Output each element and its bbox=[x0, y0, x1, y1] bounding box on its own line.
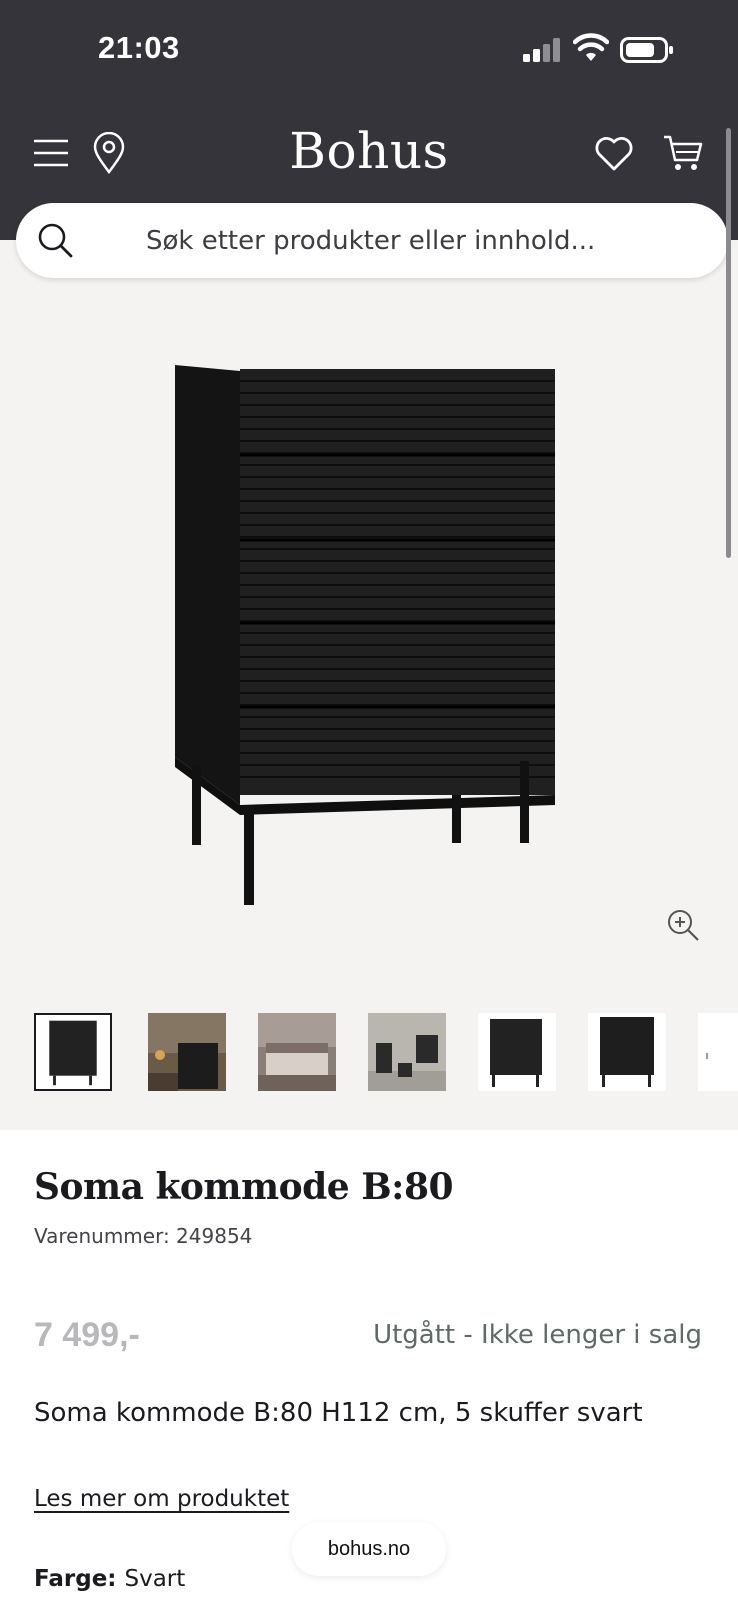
status-bar: 21:03 bbox=[0, 0, 738, 100]
product-image[interactable] bbox=[160, 365, 580, 905]
page-scrollbar[interactable] bbox=[726, 128, 731, 558]
battery-icon bbox=[620, 37, 673, 63]
thumbnail-room-wood[interactable] bbox=[148, 1013, 226, 1091]
color-row: Farge: Svart bbox=[34, 1566, 185, 1592]
read-more-link[interactable]: Les mer om produktet bbox=[34, 1486, 289, 1512]
wifi-icon bbox=[573, 33, 609, 61]
thumbnail-bedroom[interactable] bbox=[258, 1013, 336, 1091]
thumbnail-front-black[interactable] bbox=[34, 1013, 112, 1091]
thumbnail-strip bbox=[34, 1013, 738, 1095]
thumbnail-front-black-2[interactable] bbox=[478, 1013, 556, 1091]
cart-icon[interactable] bbox=[662, 133, 704, 173]
search-icon[interactable] bbox=[36, 221, 74, 259]
thumbnail-partial[interactable] bbox=[698, 1013, 738, 1091]
search-bar bbox=[16, 203, 728, 278]
availability-status: Utgått - Ikke lenger i salg bbox=[373, 1320, 702, 1350]
heart-icon[interactable] bbox=[594, 134, 634, 172]
search-input[interactable] bbox=[146, 203, 706, 278]
status-time: 21:03 bbox=[98, 30, 180, 65]
color-value: Svart bbox=[124, 1566, 186, 1592]
browser-url-pill[interactable]: bohus.no bbox=[292, 1522, 446, 1576]
zoom-in-icon[interactable] bbox=[666, 908, 700, 942]
product-sku: Varenummer: 249854 bbox=[34, 1224, 253, 1248]
cellular-signal-icon bbox=[523, 38, 560, 62]
product-price: 7 499,- bbox=[34, 1316, 140, 1354]
product-title: Soma kommode B:80 bbox=[34, 1166, 454, 1208]
product-description: Soma kommode B:80 H112 cm, 5 skuffer sva… bbox=[34, 1398, 643, 1428]
thumbnail-concrete-room[interactable] bbox=[368, 1013, 446, 1091]
product-gallery bbox=[0, 240, 738, 1130]
thumbnail-front-black-3[interactable] bbox=[588, 1013, 666, 1091]
color-label: Farge: bbox=[34, 1566, 125, 1592]
